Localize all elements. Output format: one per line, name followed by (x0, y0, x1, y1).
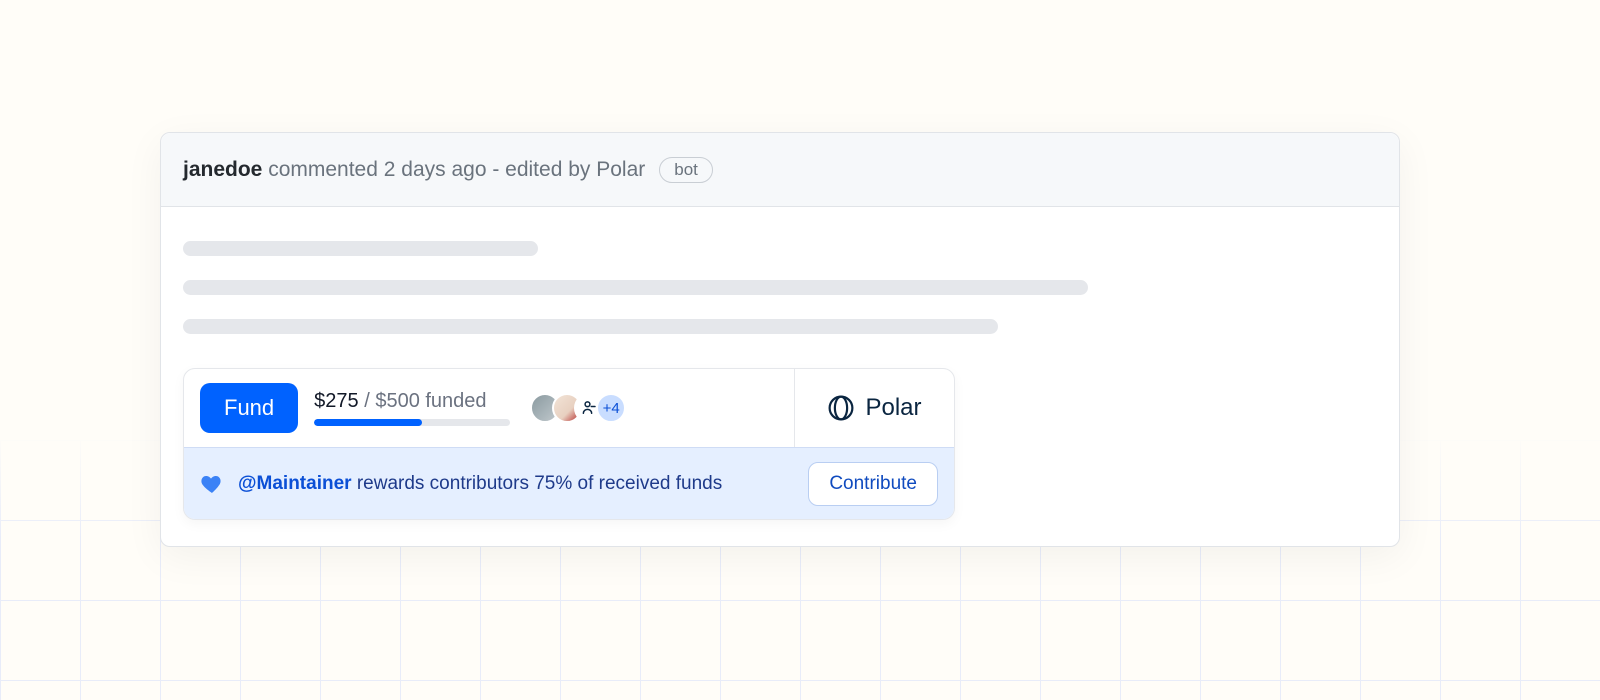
fund-button[interactable]: Fund (200, 383, 298, 433)
reward-row: @Maintainer rewards contributors 75% of … (184, 447, 954, 519)
text-placeholder (183, 280, 1088, 295)
backer-avatars: +4 (530, 393, 626, 423)
funding-top-row: Fund $275 / $500 funded (184, 369, 954, 447)
contribute-button[interactable]: Contribute (808, 462, 938, 506)
comment-meta: commented 2 days ago - edited by Polar (268, 158, 645, 181)
maintainer-handle[interactable]: @Maintainer (238, 473, 352, 494)
funding-progress-block: $275 / $500 funded (314, 390, 510, 426)
funding-amounts: $275 / $500 funded (314, 390, 510, 413)
reward-text: @Maintainer rewards contributors 75% of … (238, 473, 794, 495)
comment-card: janedoe commented 2 days ago - edited by… (160, 132, 1400, 547)
text-placeholder (183, 319, 998, 334)
text-placeholder (183, 241, 538, 256)
polar-logo-icon (827, 394, 855, 422)
polar-brand-name: Polar (865, 394, 921, 422)
heart-icon (200, 472, 224, 496)
amount-goal: / $500 funded (359, 390, 487, 412)
funding-info: Fund $275 / $500 funded (184, 369, 794, 447)
comment-header: janedoe commented 2 days ago - edited by… (161, 133, 1399, 207)
amount-raised: $275 (314, 390, 359, 412)
comment-body: Fund $275 / $500 funded (161, 207, 1399, 546)
progress-fill (314, 419, 422, 426)
reward-suffix: rewards contributors 75% of received fun… (352, 473, 723, 494)
funding-widget: Fund $275 / $500 funded (183, 368, 955, 520)
comment-author[interactable]: janedoe (183, 158, 262, 181)
more-backers-badge[interactable]: +4 (596, 393, 626, 423)
bot-badge: bot (659, 157, 713, 183)
polar-brand[interactable]: Polar (794, 369, 954, 447)
progress-bar (314, 419, 510, 426)
